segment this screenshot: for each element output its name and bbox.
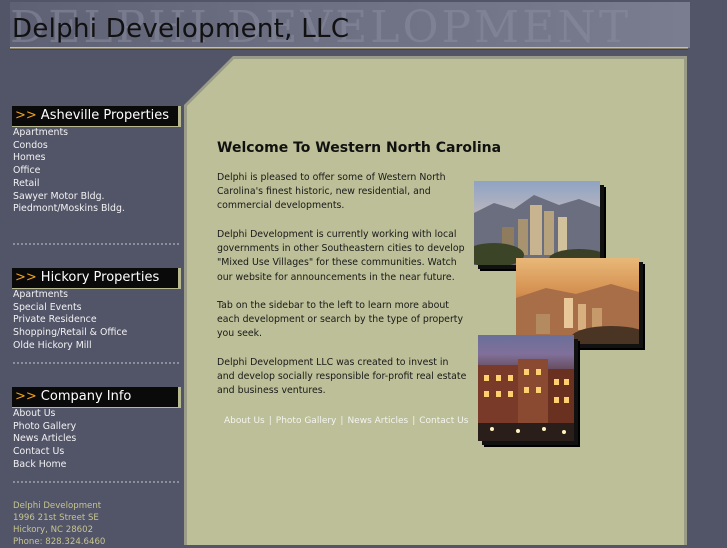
sidebar-heading-hickory[interactable]: >> Hickory Properties	[12, 268, 181, 289]
header-divider	[10, 47, 688, 50]
about-paragraph: Delphi Development LLC was created to in…	[217, 357, 467, 397]
footer-separator: |	[412, 416, 416, 426]
footer-link-about-us[interactable]: About Us	[224, 416, 265, 426]
sidebar-item-apartments[interactable]: Apartments	[13, 289, 127, 302]
sidebar-item-sawyer-motor[interactable]: Sawyer Motor Bldg.	[13, 191, 125, 204]
address-city: Hickory, NC 28602	[13, 525, 94, 535]
sidebar-item-back-home[interactable]: Back Home	[13, 459, 76, 472]
company-address: Delphi Development 1996 21st Street SE H…	[13, 500, 105, 548]
footer-link-photo-gallery[interactable]: Photo Gallery	[276, 416, 337, 426]
sidebar-item-about-us[interactable]: About Us	[13, 408, 76, 421]
footer-link-news-articles[interactable]: News Articles	[347, 416, 408, 426]
sidebar-item-olde-hickory-mill[interactable]: Olde Hickory Mill	[13, 340, 127, 353]
sidebar-item-apartments[interactable]: Apartments	[13, 127, 125, 140]
sidebar-heading-label: Company Info	[40, 389, 132, 404]
sunset-city-photo	[516, 258, 639, 344]
site-header: DELPHI DEVELOPMENT Delphi Development, L…	[0, 0, 727, 56]
footer-separator: |	[340, 416, 344, 426]
address-street: 1996 21st Street SE	[13, 513, 99, 523]
sidebar-item-contact-us[interactable]: Contact Us	[13, 446, 76, 459]
page-heading: Welcome To Western North Carolina	[217, 140, 502, 156]
city-skyline-photo	[474, 181, 600, 265]
street-night-photo	[478, 335, 574, 441]
sidebar-item-homes[interactable]: Homes	[13, 152, 125, 165]
sidebar-heading-label: Asheville Properties	[40, 108, 170, 123]
sidebar-item-private-residence[interactable]: Private Residence	[13, 314, 127, 327]
sidebar-item-special-events[interactable]: Special Events	[13, 302, 127, 315]
sidebar: >> Asheville Properties Apartments Condos…	[0, 56, 186, 548]
sidebar-item-news-articles[interactable]: News Articles	[13, 433, 76, 446]
sidebar-heading-label: Hickory Properties	[40, 270, 160, 285]
arrow-icon: >>	[15, 270, 37, 285]
sidebar-divider	[13, 362, 179, 364]
address-company: Delphi Development	[13, 501, 102, 511]
sunset-illustration	[516, 284, 639, 344]
arrow-icon: >>	[15, 389, 37, 404]
address-phone: Phone: 828.324.6460	[13, 537, 106, 547]
intro-paragraph: Delphi is pleased to offer some of Weste…	[217, 172, 446, 212]
footer-separator: |	[268, 416, 272, 426]
site-title[interactable]: Delphi Development, LLC	[12, 14, 349, 44]
sidebar-item-piedmont-moskins[interactable]: Piedmont/Moskins Bldg.	[13, 203, 125, 216]
sidebar-hint-paragraph: Tab on the sidebar to the left to learn …	[217, 300, 464, 340]
sidebar-list-company-info: About Us Photo Gallery News Articles Con…	[13, 408, 76, 472]
sidebar-list-hickory: Apartments Special Events Private Reside…	[13, 289, 127, 353]
sidebar-divider	[13, 481, 179, 483]
sidebar-heading-asheville[interactable]: >> Asheville Properties	[12, 106, 181, 127]
sidebar-divider	[13, 243, 179, 245]
sidebar-item-retail[interactable]: Retail	[13, 178, 125, 191]
arrow-icon: >>	[15, 108, 37, 123]
sidebar-item-shopping-retail[interactable]: Shopping/Retail & Office	[13, 327, 127, 340]
footer-link-contact-us[interactable]: Contact Us	[419, 416, 468, 426]
skyline-illustration	[474, 195, 600, 265]
sidebar-heading-company-info[interactable]: >> Company Info	[12, 387, 181, 408]
footer-nav: About Us | Photo Gallery | News Articles | Con…	[224, 416, 468, 426]
sidebar-item-office[interactable]: Office	[13, 165, 125, 178]
mixed-use-paragraph: Delphi Development is currently working …	[217, 229, 465, 283]
sidebar-item-photo-gallery[interactable]: Photo Gallery	[13, 421, 76, 434]
sidebar-list-asheville: Apartments Condos Homes Office Retail Sa…	[13, 127, 125, 216]
street-illustration	[478, 359, 574, 441]
sidebar-item-condos[interactable]: Condos	[13, 140, 125, 153]
